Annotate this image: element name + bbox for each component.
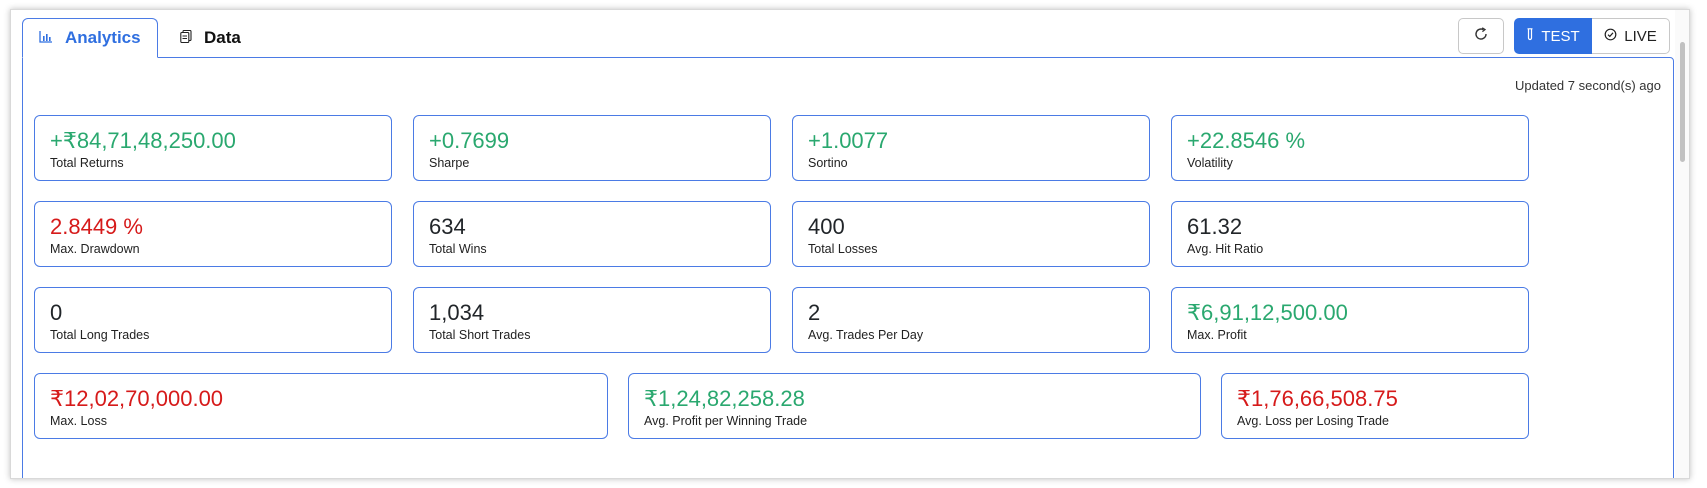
metric-value: +0.7699 [429, 128, 510, 153]
metric-value: ₹1,24,82,258.28 [644, 386, 805, 411]
analytics-panel: Updated 7 second(s) ago +₹84,71,48,250.0… [22, 57, 1674, 478]
metric-card-avg-hit-ratio: 61.32 Avg. Hit Ratio [1171, 201, 1529, 267]
metric-value: ₹12,02,70,000.00 [50, 386, 224, 411]
vertical-scrollbar[interactable] [1675, 10, 1689, 478]
tab-data[interactable]: Data [158, 18, 257, 58]
updated-timestamp: Updated 7 second(s) ago [1515, 78, 1661, 93]
metric-label: Avg. Loss per Losing Trade [1237, 414, 1389, 428]
metric-label: Total Long Trades [50, 328, 150, 342]
app-window: Analytics Data TEST LIVE Updated 7 secon… [10, 9, 1690, 479]
metric-value: +₹84,71,48,250.00 [50, 128, 236, 153]
metric-value: 634 [429, 214, 466, 239]
metric-card-max-drawdown: 2.8449 % Max. Drawdown [34, 201, 392, 267]
refresh-icon [1474, 27, 1488, 45]
metric-card-sortino: +1.0077 Sortino [792, 115, 1150, 181]
metric-label: Total Returns [50, 156, 124, 170]
metric-card-total-returns: +₹84,71,48,250.00 Total Returns [34, 115, 392, 181]
metric-card-avg-trades-per-day: 2 Avg. Trades Per Day [792, 287, 1150, 353]
metric-value: 1,034 [429, 300, 485, 325]
scrollbar-thumb[interactable] [1680, 42, 1685, 162]
tab-data-label: Data [204, 28, 241, 47]
metric-value: 0 [50, 300, 63, 325]
test-tube-icon [1526, 27, 1534, 45]
tab-bar: Analytics Data [22, 18, 257, 58]
metric-label: Total Wins [429, 242, 487, 256]
metric-card-volatility: +22.8546 % Volatility [1171, 115, 1529, 181]
metric-label: Max. Drawdown [50, 242, 140, 256]
metric-value: 61.32 [1187, 214, 1243, 239]
tab-analytics-label: Analytics [65, 28, 141, 47]
metric-card-avg-loss-per-losing-trade: ₹1,76,66,508.75 Avg. Loss per Losing Tra… [1221, 373, 1529, 439]
metric-value: 2.8449 % [50, 214, 143, 239]
metric-value: ₹1,76,66,508.75 [1237, 386, 1398, 411]
metric-card-max-profit: ₹6,91,12,500.00 Max. Profit [1171, 287, 1529, 353]
check-circle-icon [1604, 28, 1617, 45]
metric-label: Avg. Trades Per Day [808, 328, 924, 342]
metric-card-total-short-trades: 1,034 Total Short Trades [413, 287, 771, 353]
metric-value: 400 [808, 214, 845, 239]
metric-value: +22.8546 % [1187, 128, 1306, 153]
metric-label: Volatility [1187, 156, 1233, 170]
tab-analytics[interactable]: Analytics [22, 18, 158, 58]
metric-card-max-loss: ₹12,02,70,000.00 Max. Loss [34, 373, 608, 439]
metric-value: ₹6,91,12,500.00 [1187, 300, 1348, 325]
metric-card-total-wins: 634 Total Wins [413, 201, 771, 267]
test-mode-label: TEST [1541, 27, 1580, 45]
refresh-button[interactable] [1458, 18, 1504, 54]
metric-label: Avg. Hit Ratio [1187, 242, 1264, 256]
mode-toggle: TEST LIVE [1514, 18, 1670, 54]
metric-label: Avg. Profit per Winning Trade [644, 414, 808, 428]
toolbar-controls: TEST LIVE [1458, 18, 1670, 54]
metric-label: Total Losses [808, 242, 878, 256]
metric-value: 2 [808, 300, 821, 325]
test-mode-button[interactable]: TEST [1514, 18, 1592, 54]
document-icon [180, 29, 192, 46]
metric-value: +1.0077 [808, 128, 889, 153]
metric-card-total-losses: 400 Total Losses [792, 201, 1150, 267]
live-mode-label: LIVE [1624, 27, 1657, 45]
metric-card-avg-profit-per-winning-trade: ₹1,24,82,258.28 Avg. Profit per Winning … [628, 373, 1201, 439]
metric-card-total-long-trades: 0 Total Long Trades [34, 287, 392, 353]
metric-card-sharpe: +0.7699 Sharpe [413, 115, 771, 181]
metric-label: Sortino [808, 156, 848, 170]
metric-label: Max. Loss [50, 414, 107, 428]
metric-label: Max. Profit [1187, 328, 1247, 342]
metric-label: Total Short Trades [429, 328, 531, 342]
live-mode-button[interactable]: LIVE [1592, 18, 1670, 54]
bar-chart-icon [39, 30, 53, 46]
metric-label: Sharpe [429, 156, 470, 170]
